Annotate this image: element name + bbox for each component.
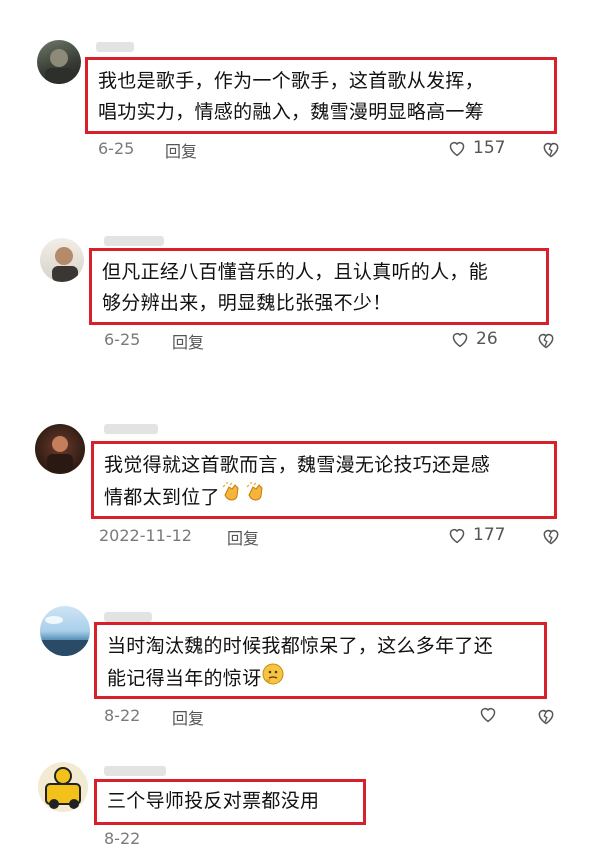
like-button[interactable]: 177 [447,525,505,545]
reply-button[interactable]: 回复 [165,138,197,162]
dislike-heart-icon[interactable] [536,706,556,726]
like-count: 157 [473,138,506,158]
username-blurred[interactable] [104,424,158,434]
highlighted-comment-box: 我觉得就这首歌而言，魏雪漫无论技巧还是感 情都太到位了 [91,441,557,519]
comment-text-content: 当时淘汰魏的时候我都惊呆了，这么多年了还 能记得当年的惊讶 [107,635,494,690]
comment-text: 当时淘汰魏的时候我都惊呆了，这么多年了还 能记得当年的惊讶 [107,631,534,696]
reply-button[interactable]: 回复 [172,705,204,729]
dislike-heart-icon[interactable] [536,330,556,350]
like-count: 177 [473,525,506,545]
avatar[interactable] [40,238,84,282]
comment-date: 6-25 [98,139,135,158]
avatar-image [45,49,73,84]
comment-text: 但凡正经八百懂音乐的人，且认真听的人，能 够分辨出来，明显魏比张强不少！ [102,261,489,314]
reply-button[interactable]: 回复 [227,525,259,549]
heart-icon [449,528,465,544]
comment-text: 我觉得就这首歌而言，魏雪漫无论技巧还是感 情都太到位了 [104,450,544,515]
comment-date: 6-25 [104,330,141,349]
dislike-heart-icon[interactable] [541,526,561,546]
clapping-hands-emoji [244,481,268,515]
highlighted-comment-box: 但凡正经八百懂音乐的人，且认真听的人，能 够分辨出来，明显魏比张强不少！ [89,248,549,325]
like-button[interactable]: 26 [450,329,498,349]
username-blurred[interactable] [104,236,164,246]
avatar-image [52,247,78,282]
heart-icon [449,141,465,157]
dislike-heart-icon[interactable] [541,139,561,159]
comment-text: 我也是歌手，作为一个歌手，这首歌从发挥， 唱功实力，情感的融入，魏雪漫明显略高一… [98,70,485,123]
comment-text: 三个导师投反对票都没用 [107,790,320,812]
comment-text-content: 我觉得就这首歌而言，魏雪漫无论技巧还是感 情都太到位了 [104,454,491,509]
username-blurred[interactable] [104,766,166,776]
avatar[interactable] [35,424,85,474]
highlighted-comment-box: 我也是歌手，作为一个歌手，这首歌从发挥， 唱功实力，情感的融入，魏雪漫明显略高一… [85,57,557,134]
thinking-face-emoji [261,662,285,696]
comment-date: 2022-11-12 [99,526,192,545]
avatar-image [47,436,73,472]
avatar[interactable] [40,606,90,656]
highlighted-comment-box: 当时淘汰魏的时候我都惊呆了，这么多年了还 能记得当年的惊讶 [94,622,547,699]
like-count: 26 [476,329,498,349]
heart-icon [480,707,496,723]
highlighted-comment-box: 三个导师投反对票都没用 [94,779,366,825]
clapping-hands-emoji [220,481,244,515]
username-blurred[interactable] [96,42,134,52]
heart-icon [452,332,468,348]
avatar-image [40,616,90,656]
comment-date: 8-22 [104,706,141,725]
username-blurred[interactable] [104,612,152,622]
avatar[interactable] [37,40,81,84]
like-button[interactable] [478,705,504,723]
reply-button[interactable]: 回复 [172,329,204,353]
like-button[interactable]: 157 [447,138,505,158]
avatar[interactable] [38,762,88,812]
avatar-image [45,767,81,809]
